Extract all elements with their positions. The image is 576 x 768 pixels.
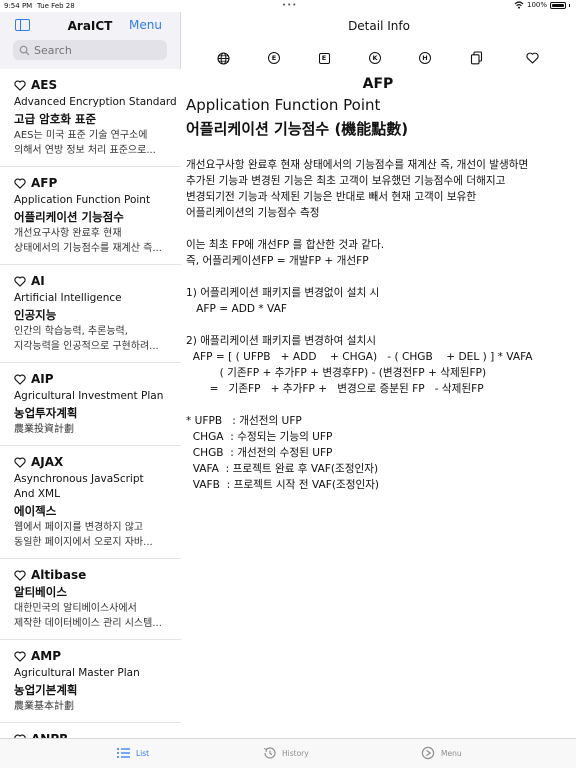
item-abbreviation: AJAX (31, 455, 64, 469)
heart-icon[interactable] (14, 457, 26, 468)
tab-history-label: History (282, 748, 309, 758)
list-item[interactable]: AES Advanced Encryption Standard 고급 암호화 표준… (0, 69, 181, 167)
heart-icon[interactable] (14, 80, 26, 91)
list-item[interactable]: AFP Application Function Point 어플리케이션 기능점수… (0, 167, 181, 265)
hanja-button[interactable]: H (417, 50, 433, 66)
item-description: 웹에서 페이지를 변경하지 않고 동일한 페이지에서 오로지 자바... (14, 522, 153, 548)
tab-menu-label: Menu (441, 748, 462, 758)
status-bar: 9:54 PM Tue Feb 28 ••• 100% (0, 0, 576, 12)
status-time: 9:54 PM (4, 2, 33, 10)
item-korean-name: 어플리케이션 기능점수 (14, 210, 124, 224)
item-abbreviation: AI (31, 274, 45, 288)
detail-nav-title: Detail Info (348, 19, 410, 33)
item-korean-name: 알티베이스 (14, 585, 67, 599)
item-korean-name: 고급 암호화 표준 (14, 112, 97, 126)
tab-history[interactable]: History (262, 746, 309, 760)
detail-korean-name: 어플리케이션 기능점수 (機能點數) (186, 120, 409, 138)
globe-icon[interactable] (215, 50, 231, 66)
item-description: 인간의 학습능력, 추론능력, 지각능력을 인공적으로 구현하려... (14, 326, 159, 352)
item-description: 대한민국의 알티베이스사에서 제작한 데이터베이스 관리 시스템... (14, 603, 162, 629)
heart-icon[interactable] (14, 374, 26, 385)
list-item[interactable]: AMP Agricultural Master Plan 농업기본계획 農業基本計劃 (0, 640, 181, 723)
item-korean-name: 에이젝스 (14, 504, 57, 518)
heart-icon[interactable] (14, 276, 26, 287)
status-date: Tue Feb 28 (37, 2, 75, 10)
detail-abbreviation: AFP (362, 76, 394, 92)
item-english-name: Agricultural Master Plan (14, 667, 140, 679)
wifi-icon (514, 1, 524, 9)
tab-list-label: List (136, 748, 150, 758)
multitasking-dots-icon[interactable]: ••• (282, 1, 297, 9)
item-description: 農業基本計劃 (14, 701, 74, 712)
sidebar: AraICT Menu AES Advanced Encryption Stand… (0, 12, 181, 738)
item-abbreviation: Altibase (31, 568, 87, 582)
detail-description: 개선요구사항 완료후 현재 상태에서의 기능점수를 재계산 즉, 개선이 발생하… (186, 159, 533, 491)
tab-list[interactable]: List (116, 746, 149, 760)
heart-icon[interactable] (14, 570, 26, 581)
item-abbreviation: AFP (31, 176, 58, 190)
detail-content: AFP Application Function Point 어플리케이션 기능… (186, 76, 570, 493)
detail-toolbar: E E K H (182, 50, 576, 70)
list-item[interactable]: AI Artificial Intelligence 인공지능인간의 학습능력, 추… (0, 265, 181, 363)
detail-pane: Detail Info E E K H AFP Application Func… (182, 12, 576, 738)
item-abbreviation: AIP (31, 372, 54, 386)
heart-icon[interactable] (14, 651, 26, 662)
item-english-name: Advanced Encryption Standard (14, 96, 177, 108)
list-icon (117, 748, 130, 758)
item-korean-name: 농업기본계획 (14, 683, 78, 697)
search-icon (19, 45, 30, 55)
list-item[interactable]: Altibase 알티베이스대한민국의 알티베이스사에서 제작한 데이터베이스 관… (0, 559, 181, 640)
sidebar-nav-bar: AraICT Menu (0, 12, 180, 42)
term-list: AES Advanced Encryption Standard 고급 암호화 표준… (0, 69, 181, 738)
item-korean-name: 인공지능 (14, 308, 57, 322)
item-english-name: Artificial Intelligence (14, 292, 122, 304)
battery-icon (550, 1, 566, 9)
search-input[interactable] (34, 43, 154, 57)
heart-icon[interactable] (14, 178, 26, 189)
item-english-name: Application Function Point (14, 194, 151, 206)
item-abbreviation: AMP (31, 649, 62, 663)
item-description: AES는 미국 표준 기술 연구소에 의해서 연방 정보 처리 표준으로... (14, 130, 156, 156)
tab-bar: List History Menu (0, 738, 576, 768)
search-bar[interactable] (13, 40, 167, 60)
copy-icon[interactable] (468, 50, 484, 66)
item-description: 개선요구사항 완료후 현재 상태에서의 기능점수를 재계산 즉... (14, 228, 162, 254)
list-item[interactable]: AIP Agricultural Investment Plan 농업투자계획 農業投… (0, 363, 181, 446)
english-circle-button[interactable]: E (266, 50, 282, 66)
list-item[interactable]: AJAX Asynchronous JavaScript And XML 에이젝스웹… (0, 446, 181, 559)
item-abbreviation: AES (31, 78, 58, 92)
item-english-name: Agricultural Investment Plan (14, 390, 164, 402)
menu-button[interactable]: Menu (129, 18, 162, 32)
korean-button[interactable]: K (367, 50, 383, 66)
detail-english-name: Application Function Point (186, 96, 381, 114)
item-english-name: Asynchronous JavaScript And XML (14, 473, 144, 500)
list-item[interactable]: ANPRAutomatic Number Plate Recognition (0, 723, 181, 738)
item-korean-name: 농업투자계획 (14, 406, 78, 420)
battery-percent: 100% (526, 1, 547, 9)
item-description: 農業投資計劃 (14, 424, 74, 435)
menu-icon (421, 746, 435, 760)
history-icon (263, 747, 276, 759)
english-square-button[interactable]: E (316, 50, 332, 66)
tab-menu[interactable]: Menu (421, 746, 462, 760)
favorite-heart-icon[interactable] (524, 50, 540, 66)
